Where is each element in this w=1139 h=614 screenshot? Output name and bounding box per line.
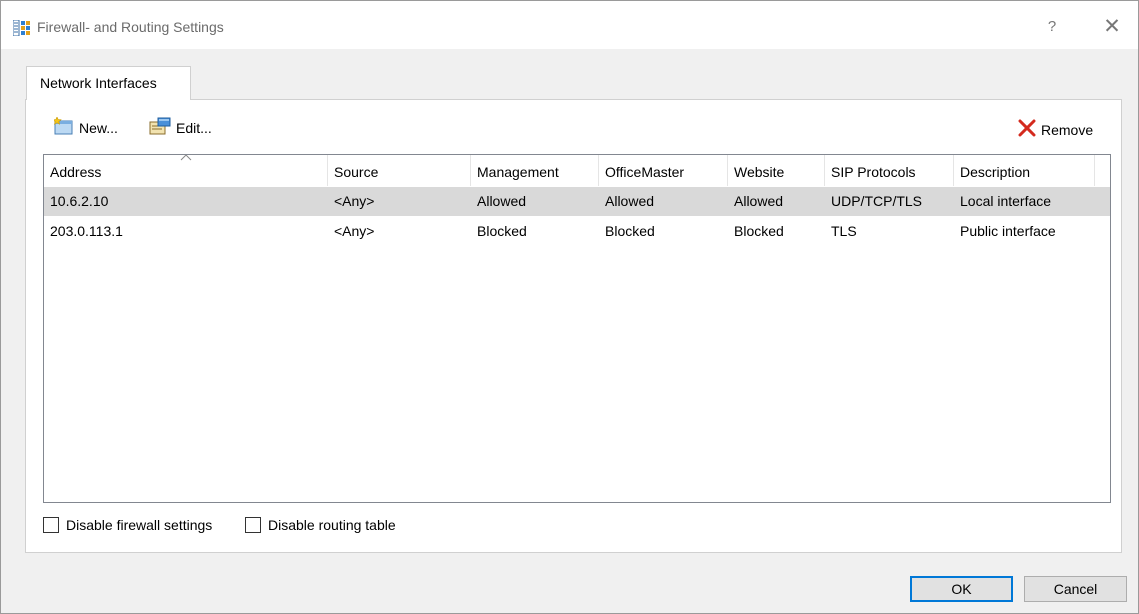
edit-button[interactable]: Edit...: [149, 117, 212, 138]
cell-description: Local interface: [960, 193, 1052, 209]
cell-address: 203.0.113.1: [50, 223, 123, 239]
column-header-label: Address: [50, 164, 102, 180]
tab-label: Network Interfaces: [40, 75, 157, 91]
ok-button[interactable]: OK: [910, 576, 1013, 602]
column-header-sip-protocols[interactable]: SIP Protocols: [825, 155, 954, 186]
remove-x-icon: [1018, 119, 1041, 140]
column-header-label: Description: [960, 164, 1031, 180]
edit-button-label: Edit...: [176, 119, 212, 136]
cell-website: Blocked: [734, 223, 784, 239]
disable-firewall-label: Disable firewall settings: [66, 517, 213, 533]
help-button[interactable]: ?: [1037, 15, 1067, 39]
column-header-label: OfficeMaster: [605, 164, 685, 180]
cell-source: <Any>: [334, 223, 375, 239]
table-row[interactable]: 10.6.2.10 <Any> Allowed Allowed Allowed …: [44, 187, 1110, 216]
column-header-description[interactable]: Description: [954, 155, 1095, 186]
column-header-website[interactable]: Website: [728, 155, 825, 186]
title-bar: Firewall- and Routing Settings ? ✕: [1, 1, 1138, 49]
cell-source: <Any>: [334, 193, 375, 209]
cell-officemaster: Allowed: [605, 193, 655, 209]
column-header-officemaster[interactable]: OfficeMaster: [599, 155, 728, 186]
remove-button[interactable]: Remove: [1018, 119, 1093, 140]
cell-officemaster: Blocked: [605, 223, 655, 239]
cell-management: Blocked: [477, 223, 527, 239]
column-header-management[interactable]: Management: [471, 155, 599, 186]
column-header-label: Source: [334, 164, 379, 180]
cell-address: 10.6.2.10: [50, 193, 109, 209]
table-row[interactable]: 203.0.113.1 <Any> Blocked Blocked Blocke…: [44, 217, 1110, 246]
remove-button-label: Remove: [1041, 121, 1094, 138]
checkbox-box[interactable]: [43, 517, 59, 533]
firewall-routing-dialog: Firewall- and Routing Settings ? ✕ Netwo…: [0, 0, 1139, 614]
column-header-label: Website: [734, 164, 785, 180]
cell-sip-protocols: UDP/TCP/TLS: [831, 193, 923, 209]
disable-routing-label: Disable routing table: [268, 517, 396, 533]
cell-description: Public interface: [960, 223, 1056, 239]
column-header-address[interactable]: Address: [44, 155, 328, 186]
interfaces-table[interactable]: Address Source Management OfficeMaster W…: [43, 154, 1111, 503]
checkbox-box[interactable]: [245, 517, 261, 533]
new-item-icon: [52, 116, 79, 138]
disable-firewall-checkbox[interactable]: Disable firewall settings: [43, 517, 212, 533]
disable-routing-checkbox[interactable]: Disable routing table: [245, 517, 396, 533]
close-button[interactable]: ✕: [1097, 13, 1127, 41]
column-header-label: Management: [477, 164, 559, 180]
cell-management: Allowed: [477, 193, 527, 209]
column-header-source[interactable]: Source: [328, 155, 471, 186]
close-icon: ✕: [1103, 15, 1121, 38]
app-settings-icon: [12, 19, 31, 37]
window-title: Firewall- and Routing Settings: [37, 19, 224, 35]
sort-ascending-icon: [180, 155, 192, 164]
edit-properties-icon: [149, 117, 176, 138]
tab-network-interfaces[interactable]: Network Interfaces: [26, 66, 191, 100]
cell-website: Allowed: [734, 193, 784, 209]
cell-sip-protocols: TLS: [831, 223, 857, 239]
cancel-button[interactable]: Cancel: [1024, 576, 1127, 602]
column-header-label: SIP Protocols: [831, 164, 916, 180]
new-button-label: New...: [79, 119, 118, 136]
table-header: Address Source Management OfficeMaster W…: [44, 155, 1110, 186]
new-button[interactable]: New...: [52, 116, 118, 138]
